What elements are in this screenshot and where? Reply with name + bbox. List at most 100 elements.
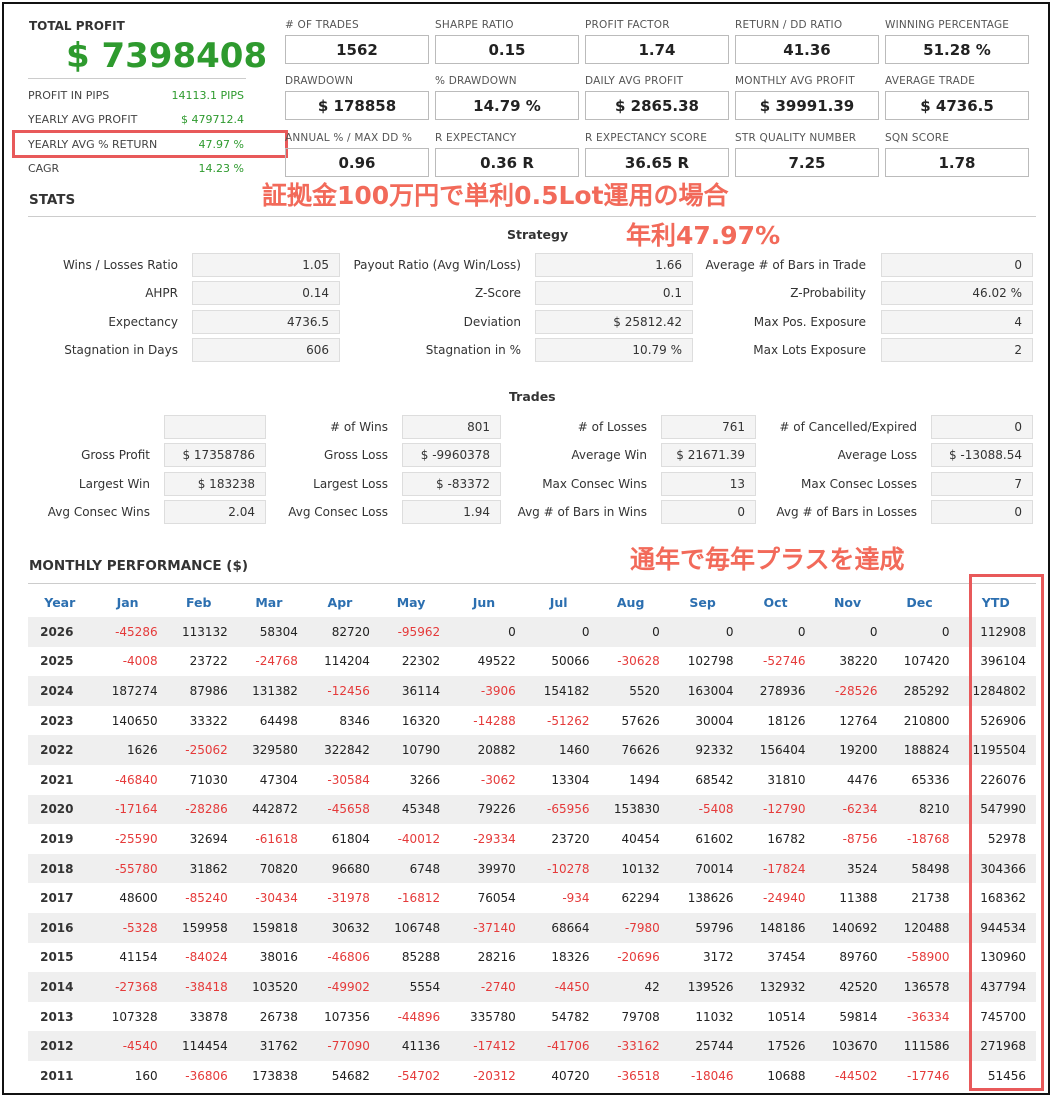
- month-cell: 20882: [446, 735, 522, 765]
- month-cell: 0: [521, 617, 596, 647]
- month-cell: -52746: [763, 654, 806, 669]
- month-cell: 37454: [767, 950, 806, 965]
- month-cell: -41706: [521, 1031, 596, 1061]
- table-row: 2013 107328 33878 26738 107356 -44896 335780 54…: [28, 1002, 1036, 1032]
- month-cell: 132932: [739, 972, 812, 1002]
- stat-label: Avg Consec Wins: [47, 505, 150, 519]
- month-cell: -8756: [842, 831, 878, 846]
- metric-card: RETURN / DD RATIO 41.36: [735, 19, 879, 64]
- month-cell: -17164: [91, 794, 164, 825]
- month-cell: -5408: [665, 794, 740, 825]
- month-cell: 210800: [903, 713, 950, 728]
- annotation-yearly-return: 年利47.97%: [626, 221, 781, 250]
- month-cell: -17412: [446, 1031, 522, 1061]
- month-cell: 62294: [621, 891, 660, 906]
- month-cell: -6234: [811, 794, 884, 825]
- stat-value: 761: [661, 415, 756, 439]
- month-cell: -14288: [473, 713, 516, 728]
- month-cell: 1460: [521, 735, 596, 765]
- summary-row: PROFIT IN PIPS 14113.1 PIPS: [28, 89, 244, 102]
- month-cell: 114454: [163, 1031, 234, 1061]
- stat-value: $ 25812.42: [535, 310, 693, 334]
- metric-card: DAILY AVG PROFIT $ 2865.38: [585, 75, 729, 120]
- month-cell: 10514: [767, 1009, 806, 1024]
- stat-value: 13: [661, 472, 756, 496]
- monthly-performance-title: MONTHLY PERFORMANCE ($): [29, 558, 249, 574]
- month-cell: 13304: [551, 772, 590, 787]
- stat-value: 1.94: [402, 500, 501, 524]
- month-cell: -44502: [835, 1068, 878, 1083]
- column-header-dec: Dec: [906, 594, 933, 610]
- month-cell: 107420: [903, 654, 950, 669]
- month-cell: 10790: [375, 735, 447, 765]
- month-cell: 159818: [233, 912, 304, 943]
- year-cell: 2021: [40, 772, 74, 787]
- month-cell: -49902: [303, 972, 376, 1002]
- highlight-box-yearly-return: [12, 130, 288, 158]
- summary-value: $ 479712.4: [181, 113, 244, 126]
- month-cell: 19200: [811, 735, 884, 765]
- summary-row: CAGR 14.23 %: [28, 162, 244, 175]
- month-cell: -10278: [521, 853, 596, 884]
- stat-value: $ -13088.54: [931, 443, 1033, 467]
- month-cell: -51262: [547, 713, 590, 728]
- month-cell: -30584: [327, 772, 370, 787]
- stat-label: # of Losses: [577, 420, 647, 434]
- metric-label: WINNING PERCENTAGE: [885, 19, 1010, 31]
- month-cell: 38220: [839, 654, 878, 669]
- month-cell: -37140: [446, 912, 522, 943]
- year-cell: 2026: [28, 617, 92, 647]
- stat-label: Average # of Bars in Trade: [705, 258, 866, 272]
- month-cell: 322842: [303, 735, 376, 765]
- month-cell: 163004: [665, 676, 740, 706]
- month-cell: 50066: [551, 654, 590, 669]
- month-cell: -18768: [907, 831, 950, 846]
- stat-label: Avg # of Bars in Losses: [776, 505, 917, 519]
- month-cell: 23720: [551, 831, 590, 846]
- summary-row: YEARLY AVG PROFIT $ 479712.4: [28, 113, 244, 126]
- month-cell: -30434: [255, 891, 298, 906]
- metric-value: 51.28 %: [885, 35, 1029, 64]
- month-cell: -46840: [115, 772, 158, 787]
- month-cell: -20312: [473, 1068, 516, 1083]
- year-cell: 2018: [28, 853, 92, 884]
- month-cell: 59814: [839, 1009, 878, 1024]
- metric-card: SHARPE RATIO 0.15: [435, 19, 579, 64]
- metric-label: ANNUAL % / MAX DD %: [285, 132, 413, 144]
- table-row: 2014 -27368 -38418 103520 -49902 5554 -2740 -44…: [28, 972, 1036, 1002]
- year-cell: 2023: [40, 713, 74, 728]
- month-cell: 76054: [477, 891, 516, 906]
- month-cell: -40012: [397, 831, 441, 846]
- table-row: 2017 48600 -85240 -30434 -31978 -16812 76054 -9…: [28, 883, 1036, 913]
- month-cell: -17824: [739, 853, 812, 884]
- month-cell: -20696: [617, 950, 660, 965]
- month-cell: -38418: [163, 972, 234, 1002]
- stat-label: Max Consec Losses: [801, 477, 917, 491]
- month-cell: 6748: [375, 853, 447, 884]
- month-cell: 3266: [409, 772, 441, 787]
- month-cell: 70820: [233, 853, 304, 884]
- month-cell: 16782: [767, 831, 806, 846]
- month-cell: 106748: [375, 912, 447, 943]
- year-cell: 2024: [28, 676, 92, 706]
- month-cell: 187274: [91, 676, 164, 706]
- month-cell: 442872: [233, 794, 304, 825]
- year-cell: 2025: [40, 654, 74, 669]
- column-header-jan: Jan: [116, 594, 139, 610]
- month-cell: 10132: [595, 853, 666, 884]
- month-cell: 1494: [629, 772, 660, 787]
- metric-value: 0.36 R: [435, 148, 579, 177]
- year-cell: 2015: [40, 950, 74, 965]
- month-cell: -61618: [255, 831, 298, 846]
- month-cell: 96680: [303, 853, 376, 884]
- month-cell: -24940: [763, 891, 806, 906]
- month-cell: -55780: [91, 853, 164, 884]
- month-cell: -17746: [907, 1068, 950, 1083]
- metric-value: 0.15: [435, 35, 579, 64]
- month-cell: 159958: [163, 912, 234, 943]
- month-cell: 335780: [469, 1009, 516, 1024]
- month-cell: 188824: [883, 735, 956, 765]
- monthly-performance-table: Year Jan Feb Mar Apr May Jun Jul Aug Sep Oct Nov Dec…: [28, 587, 1036, 1091]
- summary-value: 14.23 %: [198, 162, 244, 175]
- table-row: 2021 -46840 71030 47304 -30584 3266 -3062 13304…: [28, 765, 1036, 795]
